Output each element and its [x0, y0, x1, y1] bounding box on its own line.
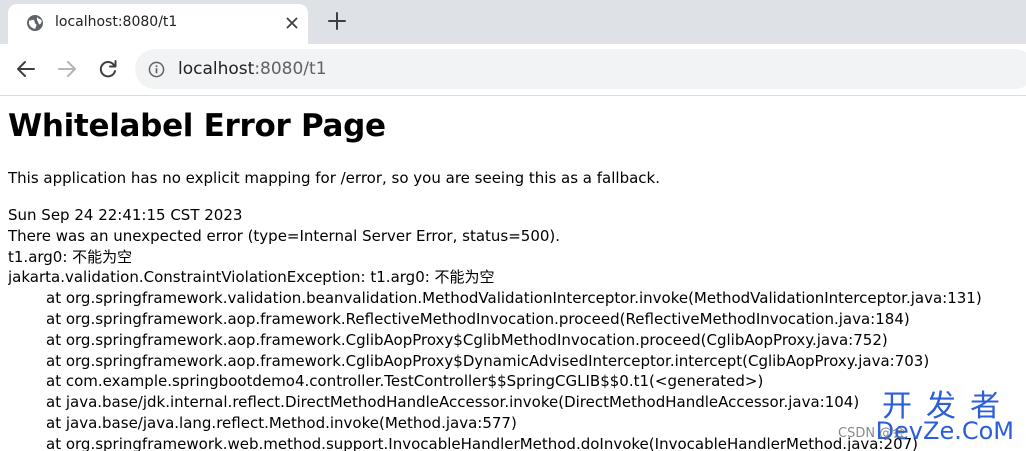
stack-trace-line: at org.springframework.web.method.suppor… [46, 434, 919, 451]
address-bar[interactable]: localhost:8080/t1 [135, 49, 1026, 89]
reload-icon[interactable] [96, 57, 120, 81]
page-content: Whitelabel Error Page This application h… [8, 96, 1018, 451]
stack-trace-line: at java.base/jdk.internal.reflect.Direct… [46, 393, 860, 412]
stack-trace-line: at org.springframework.aop.framework.Cgl… [46, 351, 930, 370]
close-icon[interactable] [284, 15, 300, 31]
stack-trace-line: at org.springframework.aop.framework.Ref… [46, 309, 910, 328]
forward-arrow-icon[interactable] [55, 57, 79, 81]
tab-strip: localhost:8080/t1 [0, 0, 1026, 44]
intro-text: This application has no explicit mapping… [8, 169, 660, 187]
page-title: Whitelabel Error Page [8, 108, 386, 144]
exception-line: jakarta.validation.ConstraintViolationEx… [8, 268, 495, 287]
stack-trace-line: at org.springframework.validation.beanva… [46, 289, 982, 308]
back-arrow-icon[interactable] [14, 57, 38, 81]
stack-trace-line: at com.example.springbootdemo4.controlle… [46, 372, 764, 391]
error-timestamp: Sun Sep 24 22:41:15 CST 2023 [8, 206, 243, 224]
stack-trace-line: at org.springframework.aop.framework.Cgl… [46, 330, 888, 349]
browser-tab[interactable]: localhost:8080/t1 [8, 4, 308, 44]
error-summary: There was an unexpected error (type=Inte… [8, 226, 561, 245]
browser-toolbar: localhost:8080/t1 [0, 44, 1026, 96]
error-message: t1.arg0: 不能为空 [8, 247, 133, 266]
error-details: Sun Sep 24 22:41:15 CST 2023 There was a… [8, 205, 1018, 451]
new-tab-plus-icon[interactable] [326, 10, 348, 32]
url-text[interactable]: localhost:8080/t1 [178, 59, 327, 79]
globe-icon [27, 15, 43, 31]
tab-title: localhost:8080/t1 [55, 14, 178, 30]
url-host: localhost [178, 59, 255, 79]
info-icon[interactable] [148, 61, 165, 78]
url-path: :8080/t1 [254, 59, 327, 79]
stack-trace-line: at java.base/java.lang.reflect.Method.in… [46, 413, 517, 432]
